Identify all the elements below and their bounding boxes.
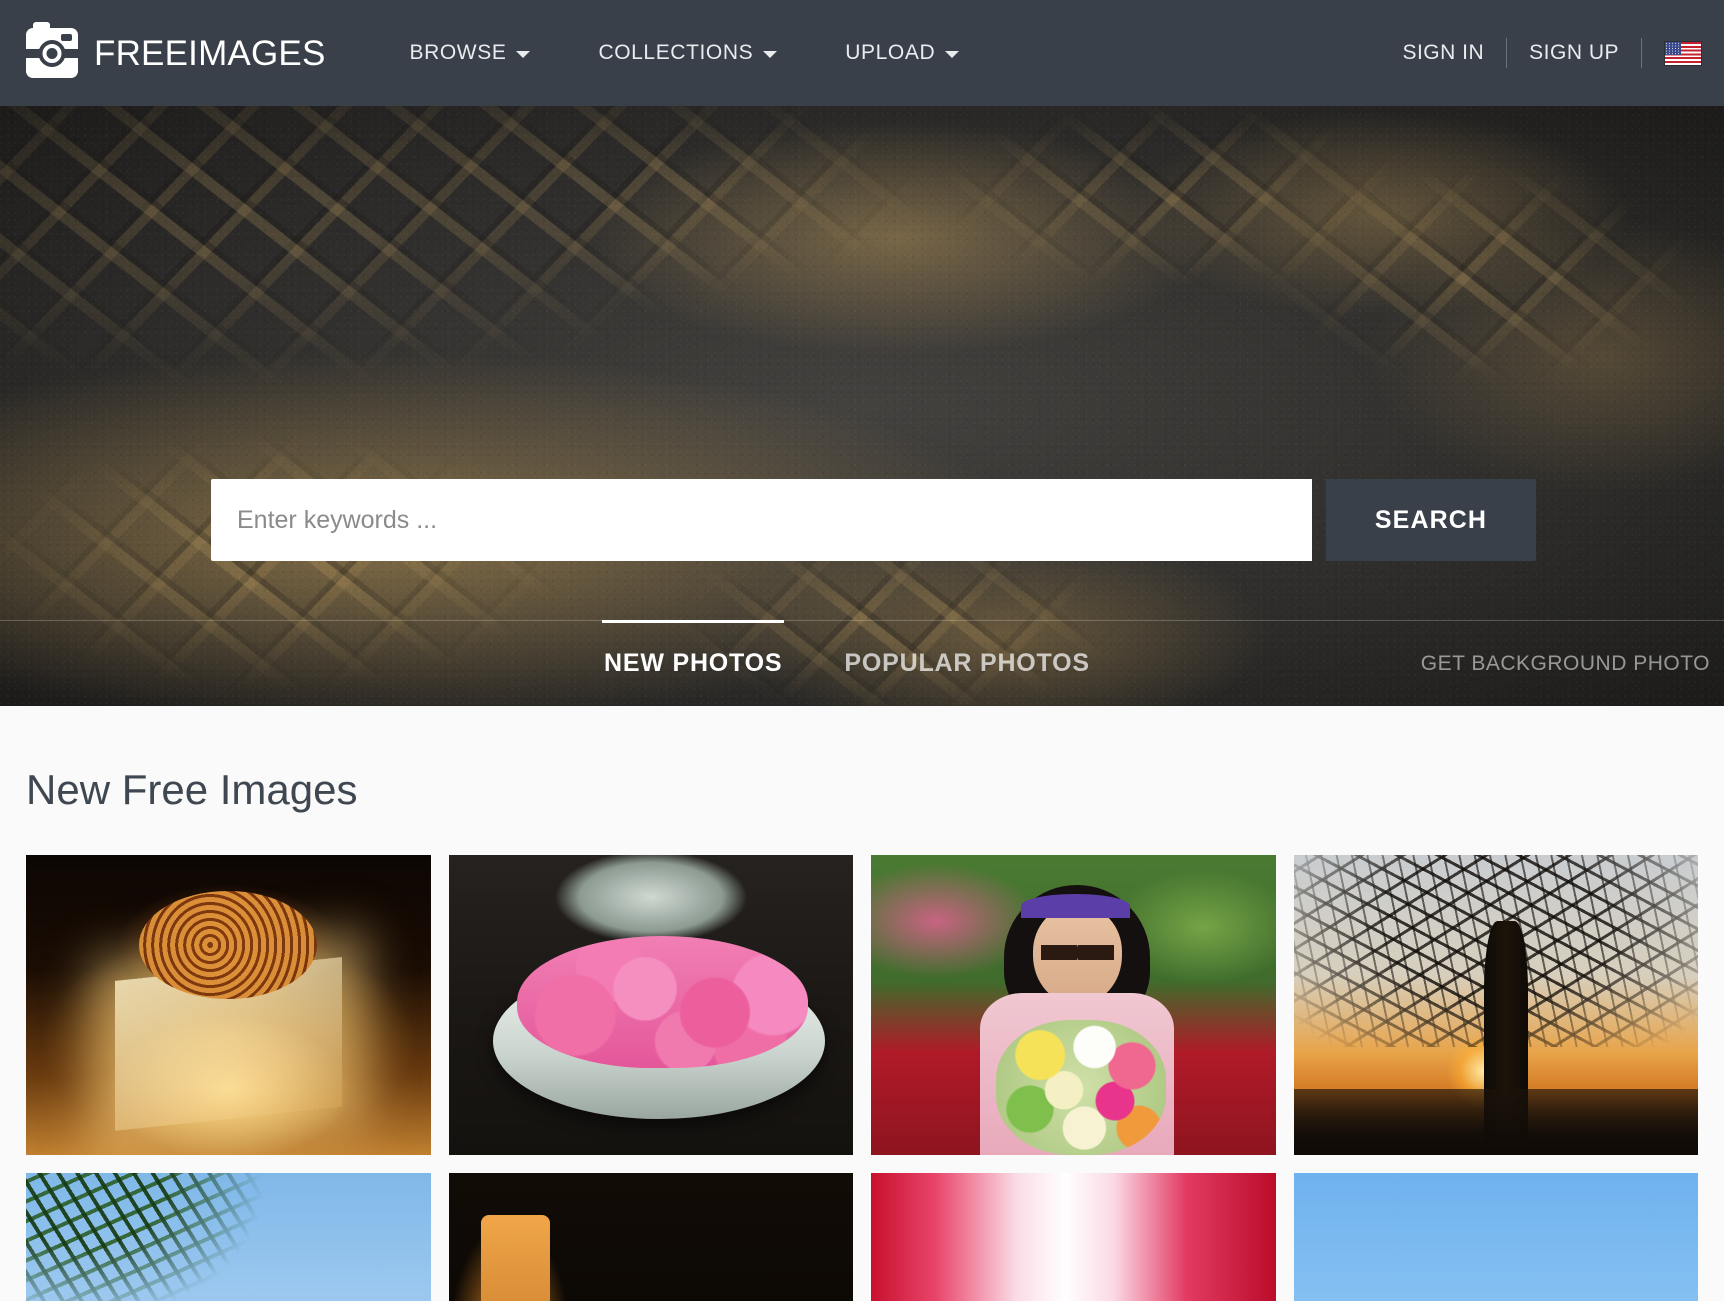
image-thumbnail[interactable] bbox=[448, 855, 853, 1155]
image-thumbnail[interactable] bbox=[871, 855, 1276, 1155]
hero-tabs-bar: NEW PHOTOS POPULAR PHOTOS GET BACKGROUND… bbox=[0, 620, 1724, 706]
image-grid-row-2 bbox=[26, 1173, 1698, 1301]
chevron-down-icon bbox=[763, 51, 778, 58]
header-account-area: SIGN IN SIGN UP bbox=[1380, 31, 1702, 75]
chevron-down-icon bbox=[945, 51, 960, 58]
nav-item-upload[interactable]: UPLOAD bbox=[811, 29, 993, 77]
image-thumbnail[interactable] bbox=[1293, 1173, 1698, 1301]
image-grid-row-1 bbox=[26, 855, 1698, 1155]
nav-item-browse[interactable]: BROWSE bbox=[375, 29, 564, 77]
get-background-photo-link[interactable]: GET BACKGROUND PHOTO bbox=[1421, 652, 1710, 676]
chevron-down-icon bbox=[516, 51, 531, 58]
divider bbox=[1641, 38, 1642, 68]
site-logo-link[interactable]: FREEIMAGES bbox=[21, 22, 326, 78]
image-thumbnail[interactable] bbox=[871, 1173, 1276, 1301]
thumbnail-image bbox=[26, 855, 431, 1155]
nav-item-collections-label: COLLECTIONS bbox=[598, 41, 754, 64]
search-button[interactable]: SEARCH bbox=[1326, 479, 1536, 561]
thumbnail-image bbox=[871, 855, 1276, 1155]
sign-in-link[interactable]: SIGN IN bbox=[1380, 31, 1506, 75]
thumbnail-image bbox=[448, 1173, 853, 1301]
image-thumbnail[interactable] bbox=[448, 1173, 853, 1301]
nav-item-upload-label: UPLOAD bbox=[845, 41, 936, 64]
thumbnail-image bbox=[448, 855, 853, 1155]
tab-new-photos[interactable]: NEW PHOTOS bbox=[601, 620, 785, 706]
thumbnail-image bbox=[1293, 855, 1698, 1155]
hero-background-texture bbox=[0, 106, 1724, 706]
page-title: New Free Images bbox=[26, 766, 358, 813]
tab-popular-photos[interactable]: POPULAR PHOTOS bbox=[844, 621, 1090, 706]
search-input[interactable] bbox=[211, 479, 1312, 561]
brand-name: FREEIMAGES bbox=[94, 33, 326, 73]
nav-item-browse-label: BROWSE bbox=[409, 41, 507, 64]
image-thumbnail[interactable] bbox=[26, 1173, 431, 1301]
thumbnail-image bbox=[26, 1173, 431, 1301]
thumbnail-image bbox=[1293, 1173, 1698, 1301]
hero-search-form: SEARCH bbox=[211, 479, 1536, 561]
main-content: New Free Images bbox=[0, 706, 1724, 1301]
sign-up-link[interactable]: SIGN UP bbox=[1507, 31, 1641, 75]
hero-tabs: NEW PHOTOS POPULAR PHOTOS bbox=[601, 620, 1090, 706]
us-flag-icon[interactable] bbox=[1664, 40, 1702, 66]
nav-item-collections[interactable]: COLLECTIONS bbox=[564, 29, 811, 77]
camera-eye-icon bbox=[21, 22, 83, 78]
site-header: FREEIMAGES BROWSE COLLECTIONS UPLOAD SIG… bbox=[0, 0, 1724, 106]
thumbnail-image bbox=[871, 1173, 1276, 1301]
hero-banner: SEARCH NEW PHOTOS POPULAR PHOTOS GET BAC… bbox=[0, 106, 1724, 706]
image-thumbnail[interactable] bbox=[1293, 855, 1698, 1155]
main-navigation: BROWSE COLLECTIONS UPLOAD bbox=[375, 29, 993, 77]
image-thumbnail[interactable] bbox=[26, 855, 431, 1155]
